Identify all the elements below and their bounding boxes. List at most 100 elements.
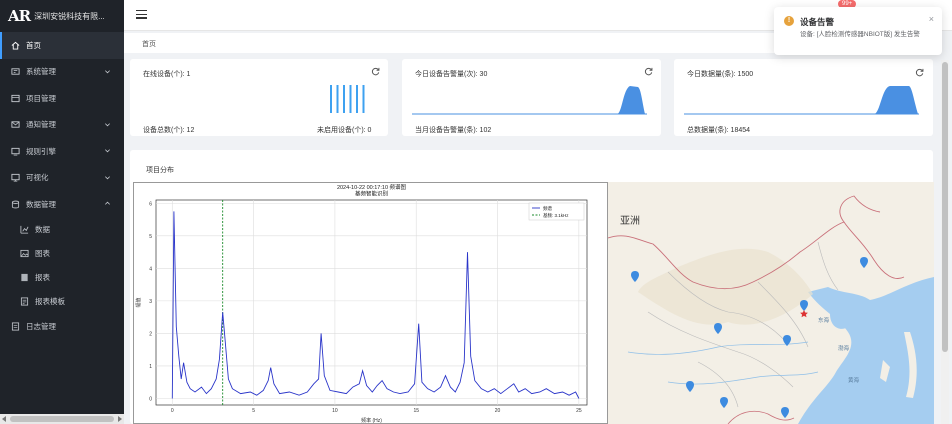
sidebar-item[interactable]: 系统管理 bbox=[0, 59, 124, 86]
online-devices-bars bbox=[330, 85, 365, 113]
chevron-down-icon bbox=[104, 147, 112, 155]
scrollbar-thumb[interactable] bbox=[10, 416, 114, 422]
company-name: 深圳安锐科技有限... bbox=[34, 11, 105, 21]
sidebar-item-label: 通知管理 bbox=[26, 120, 56, 130]
sidebar-subitem-label: 数据 bbox=[35, 225, 50, 234]
alarm-trend-area bbox=[412, 86, 647, 115]
scroll-left-arrow-icon[interactable] bbox=[2, 416, 6, 422]
scroll-right-arrow-icon[interactable] bbox=[118, 416, 122, 422]
y-tick-label: 4 bbox=[149, 266, 152, 272]
vertical-scrollbar[interactable] bbox=[941, 60, 949, 424]
spectrum-chart-svg: 0 5 10 15 20 25 0 1 2 3 4 5 6 2024-10-22 00:17:10 频谱图… bbox=[135, 183, 588, 424]
home-icon bbox=[10, 40, 20, 50]
sidebar-item[interactable]: 项目管理 bbox=[0, 85, 124, 112]
chart-subtitle: 基频智能识别 bbox=[355, 190, 388, 198]
x-tick-label: 15 bbox=[413, 408, 419, 414]
y-axis-label: 幅值 bbox=[135, 297, 142, 307]
spectrum-chart: 0 5 10 15 20 25 0 1 2 3 4 5 6 2024-10-22 00:17:10 频谱图… bbox=[133, 182, 608, 424]
x-axis-label: 频率 (Hz) bbox=[361, 417, 382, 424]
sidebar-item[interactable]: 可视化 bbox=[0, 165, 124, 192]
logo: AR bbox=[8, 7, 31, 25]
database-icon bbox=[10, 199, 20, 209]
settings-icon bbox=[10, 67, 20, 77]
project-map[interactable]: 亚洲 渤海 黄海 东海 bbox=[608, 182, 934, 424]
rules-icon bbox=[10, 146, 20, 156]
x-tick-label: 20 bbox=[495, 408, 501, 414]
warning-icon: ! bbox=[784, 16, 794, 26]
data-volume-card: 今日数据量(条): 1500 总数据量(条): 18454 bbox=[674, 59, 933, 136]
today-alarm-label: 今日设备告警量(次): 30 bbox=[415, 71, 488, 78]
refresh-icon[interactable] bbox=[644, 67, 653, 76]
disabled-devices-label: 未启用设备(个): 0 bbox=[317, 127, 372, 134]
x-tick-label: 5 bbox=[252, 408, 255, 414]
total-devices-label: 设备总数(个): 12 bbox=[143, 127, 195, 134]
bell-icon bbox=[10, 120, 20, 130]
sidebar-item-label: 项目管理 bbox=[26, 93, 56, 103]
chevron-up-icon bbox=[104, 200, 112, 208]
legend-label-spectrum: 频谱 bbox=[543, 205, 552, 212]
y-tick-label: 0 bbox=[149, 396, 152, 402]
close-icon[interactable]: × bbox=[929, 15, 934, 24]
map-label-asia: 亚洲 bbox=[620, 215, 640, 227]
month-alarm-label: 当月设备告警量(条): 102 bbox=[415, 127, 492, 134]
sidebar-subitem[interactable]: 数据 bbox=[0, 218, 124, 242]
notification-title: 设备告警 bbox=[800, 17, 835, 27]
sidebar-subitem[interactable]: 报表 bbox=[0, 266, 124, 290]
refresh-icon[interactable] bbox=[915, 68, 924, 77]
sidebar-item-label: 系统管理 bbox=[26, 67, 56, 77]
chart-title: 2024-10-22 00:17:10 频谱图 bbox=[337, 183, 407, 191]
online-devices-card: 在线设备(个): 1 设备总数(个): 12 未启用设备(个): 0 bbox=[130, 59, 388, 136]
project-icon bbox=[10, 93, 20, 103]
data-trend-area bbox=[684, 86, 919, 115]
alarm-notification: ! 设备告警 × 设备: [人脸检测传感器NBIOT版] 发生告警 bbox=[774, 7, 942, 55]
sidebar-subitem-label: 图表 bbox=[35, 249, 50, 258]
refresh-icon[interactable] bbox=[371, 67, 380, 76]
sidebar-item[interactable]: 规则引擎 bbox=[0, 138, 124, 165]
sidebar-item-label: 数据管理 bbox=[26, 199, 56, 209]
sidebar-item[interactable]: 通知管理 bbox=[0, 112, 124, 139]
brand[interactable]: AR 深圳安锐科技有限... bbox=[0, 0, 124, 32]
today-data-label: 今日数据量(条): 1500 bbox=[687, 71, 754, 78]
y-tick-label: 3 bbox=[149, 299, 152, 305]
monitor-icon bbox=[10, 173, 20, 183]
online-devices-label: 在线设备(个): 1 bbox=[143, 71, 191, 78]
log-icon bbox=[10, 322, 20, 332]
y-tick-label: 6 bbox=[149, 201, 152, 207]
x-tick-label: 10 bbox=[332, 408, 338, 414]
sidebar-subitem[interactable]: 图表 bbox=[0, 242, 124, 266]
notification-body: 设备: [人脸检测传感器NBIOT版] 发生告警 bbox=[800, 31, 920, 38]
map-label-sea: 东海 bbox=[818, 316, 830, 324]
chevron-down-icon bbox=[104, 174, 112, 182]
sidebar: AR 深圳安锐科技有限... 首页 系统管理 项目管理 通知管理 规则引擎 可视… bbox=[0, 0, 124, 424]
vertical-scrollbar-thumb[interactable] bbox=[942, 62, 948, 352]
breadcrumb-current[interactable]: 首页 bbox=[142, 39, 156, 49]
plot-area bbox=[155, 199, 588, 406]
menu-toggle-icon[interactable] bbox=[136, 10, 147, 19]
x-tick-label: 25 bbox=[576, 408, 582, 414]
image-icon bbox=[20, 249, 29, 258]
x-tick-label: 0 bbox=[171, 408, 174, 414]
sidebar-item-label: 日志管理 bbox=[26, 322, 56, 332]
y-tick-label: 5 bbox=[149, 234, 152, 240]
sidebar-item-label: 首页 bbox=[26, 40, 41, 50]
sidebar-item[interactable]: 数据管理 bbox=[0, 191, 124, 218]
template-icon bbox=[20, 297, 29, 306]
map-label-sea: 黄海 bbox=[848, 376, 860, 384]
alarm-card: 今日设备告警量(次): 30 当月设备告警量(条): 102 bbox=[402, 59, 661, 136]
chevron-down-icon bbox=[104, 68, 112, 76]
sidebar-subitem-label: 报表模板 bbox=[35, 297, 65, 306]
map-label-sea: 渤海 bbox=[838, 344, 850, 352]
map-svg: 亚洲 渤海 黄海 东海 bbox=[608, 182, 934, 424]
chevron-down-icon bbox=[104, 121, 112, 129]
total-data-label: 总数据量(条): 18454 bbox=[687, 127, 751, 134]
report-icon bbox=[20, 273, 29, 282]
legend-label-fundamental: 基频: 3.1kHz bbox=[543, 212, 569, 219]
y-tick-label: 2 bbox=[149, 331, 152, 337]
sidebar-item-label: 可视化 bbox=[26, 173, 49, 183]
project-distribution-title: 项目分布 bbox=[146, 167, 174, 174]
sidebar-item-label: 规则引擎 bbox=[26, 146, 56, 156]
sidebar-item[interactable]: 首页 bbox=[0, 32, 124, 59]
sidebar-subitem[interactable]: 报表模板 bbox=[0, 290, 124, 314]
sidebar-item[interactable]: 日志管理 bbox=[0, 314, 124, 341]
sidebar-horizontal-scrollbar[interactable] bbox=[0, 414, 124, 424]
